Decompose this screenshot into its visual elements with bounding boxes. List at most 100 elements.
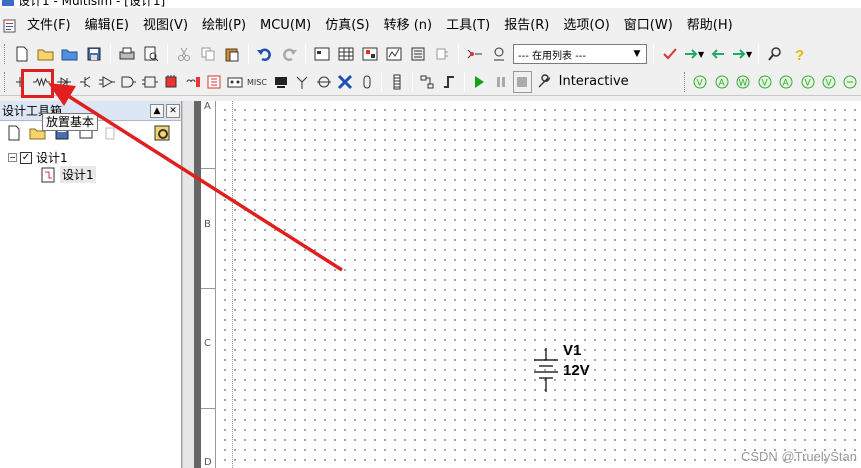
watermark: CSDN @TruelyStan — [740, 449, 857, 464]
place-connector-icon[interactable] — [335, 71, 354, 93]
symbol-editor-icon[interactable] — [488, 43, 510, 65]
menu-mcu[interactable]: MCU(M) — [253, 14, 318, 38]
database-manager-icon[interactable] — [407, 43, 429, 65]
app-icon — [2, 0, 14, 6]
svg-text:V: V — [761, 78, 768, 88]
paste-icon[interactable] — [221, 43, 243, 65]
probe-settings-icon[interactable] — [841, 71, 860, 93]
new-file-icon[interactable] — [3, 122, 25, 144]
menu-view[interactable]: 视图(V) — [136, 14, 195, 38]
design-settings-icon[interactable] — [151, 122, 173, 144]
battery-symbol[interactable] — [528, 346, 568, 396]
toolbar-separator — [381, 71, 383, 92]
probe-voltage-icon[interactable]: V — [691, 71, 710, 93]
forward-annotate-icon[interactable] — [707, 43, 729, 65]
probe-differential-icon[interactable]: V — [755, 71, 774, 93]
copy-icon[interactable] — [197, 43, 219, 65]
search-icon[interactable] — [764, 43, 786, 65]
run-simulation-icon[interactable] — [470, 71, 489, 93]
schematic-canvas[interactable] — [216, 101, 861, 468]
place-advanced-peripherals-icon[interactable] — [183, 71, 202, 93]
erc-icon[interactable] — [659, 43, 681, 65]
tree-child[interactable]: 设计1 — [0, 166, 181, 183]
in-use-list-select[interactable]: --- 在用列表 --- ▼ — [513, 44, 647, 64]
pause-simulation-icon[interactable] — [491, 71, 510, 93]
sheet-view-icon[interactable] — [359, 43, 381, 65]
new-file-icon[interactable] — [11, 43, 33, 65]
menu-reports[interactable]: 报告(R) — [497, 14, 556, 38]
place-diode-icon[interactable] — [54, 71, 73, 93]
undo-icon[interactable] — [254, 43, 276, 65]
menu-file[interactable]: 文件(F) — [20, 14, 78, 38]
probe-digital-icon[interactable]: V — [819, 71, 838, 93]
probe-reference-icon[interactable]: V — [798, 71, 817, 93]
menu-transfer[interactable]: 转移 (n) — [377, 14, 440, 38]
cut-icon[interactable] — [173, 43, 195, 65]
toggle-fullscreen-icon[interactable] — [311, 43, 333, 65]
transfer-icon[interactable]: ▼ — [731, 43, 753, 65]
tooltip-place-basic: 放置基本 — [42, 113, 99, 131]
design-checkbox[interactable]: ✓ — [20, 151, 32, 164]
place-misc-icon[interactable]: MISC — [247, 71, 269, 93]
toolbar-grip[interactable] — [4, 44, 7, 64]
ruler-divider — [201, 168, 216, 169]
component-wizard-icon[interactable] — [431, 43, 453, 65]
place-mcu-icon[interactable] — [161, 71, 180, 93]
menu-tools[interactable]: 工具(T) — [439, 14, 497, 38]
svg-text:MISC: MISC — [247, 78, 267, 87]
panel-splitter[interactable] — [182, 101, 194, 468]
place-mcu-module-icon[interactable] — [357, 71, 376, 93]
menu-place[interactable]: 绘制(P) — [195, 14, 253, 38]
place-rf-icon[interactable] — [271, 71, 290, 93]
tree-root[interactable]: − ✓ 设计1 — [0, 149, 181, 166]
backward-annotate-icon[interactable]: ▼ — [683, 43, 705, 65]
schematic-sheet-icon — [40, 167, 56, 183]
place-cmos-icon[interactable] — [140, 71, 159, 93]
spreadsheet-view-icon[interactable] — [335, 43, 357, 65]
component-value-label[interactable]: 12V — [563, 362, 590, 379]
wrench-icon[interactable] — [534, 71, 553, 93]
place-ni-component-icon[interactable] — [314, 71, 333, 93]
collapse-icon[interactable]: − — [8, 153, 17, 162]
place-hierarchical-icon[interactable] — [387, 71, 406, 93]
menu-edit[interactable]: 编辑(E) — [78, 14, 136, 38]
panel-close-button[interactable]: ✕ — [166, 104, 180, 118]
grapher-icon[interactable] — [383, 43, 405, 65]
stop-simulation-icon[interactable] — [512, 70, 533, 93]
probe-current-icon[interactable]: A — [712, 71, 731, 93]
place-mixed-icon[interactable] — [204, 71, 223, 93]
toolbar-grip[interactable] — [683, 71, 687, 92]
save-icon[interactable] — [83, 43, 105, 65]
panel-collapse-button[interactable]: ▲ — [150, 104, 164, 118]
toolbar-grip[interactable] — [4, 71, 7, 92]
redo-icon[interactable] — [278, 43, 300, 65]
open-sample-icon[interactable] — [59, 43, 81, 65]
delete-icon[interactable] — [99, 122, 121, 144]
simulation-mode-label[interactable]: Interactive — [559, 74, 629, 89]
place-analog-icon[interactable] — [97, 71, 116, 93]
menu-simulate[interactable]: 仿真(S) — [318, 14, 376, 38]
place-electromechanical-icon[interactable] — [293, 71, 312, 93]
design-toolbox-panel: 设计工具箱 ▲ ✕ − ✓ 设计1 设计1 — [0, 101, 182, 468]
help-icon[interactable]: ? — [788, 43, 810, 65]
place-wire-icon[interactable] — [439, 71, 458, 93]
print-preview-icon[interactable] — [140, 43, 162, 65]
menu-help[interactable]: 帮助(H) — [680, 14, 740, 38]
toolbar-separator — [305, 44, 306, 64]
menu-options[interactable]: 选项(O) — [556, 14, 616, 38]
component-toolbar: MISC Interactive V A W V A V V — [0, 68, 861, 96]
place-bus-icon[interactable] — [418, 71, 437, 93]
place-transistor-icon[interactable] — [76, 71, 95, 93]
document-menu-icon[interactable] — [2, 18, 18, 34]
place-ttl-icon[interactable] — [119, 71, 138, 93]
probe-voltage-current-icon[interactable]: A — [776, 71, 795, 93]
open-folder-icon[interactable] — [35, 43, 57, 65]
menu-window[interactable]: 窗口(W) — [617, 14, 680, 38]
svg-text:A: A — [718, 78, 725, 88]
breadboard-icon[interactable] — [464, 43, 486, 65]
probe-power-icon[interactable]: W — [734, 71, 753, 93]
component-ref-label[interactable]: V1 — [563, 342, 581, 359]
print-icon[interactable] — [116, 43, 138, 65]
place-indicator-icon[interactable] — [226, 71, 245, 93]
svg-text:W: W — [739, 78, 748, 88]
